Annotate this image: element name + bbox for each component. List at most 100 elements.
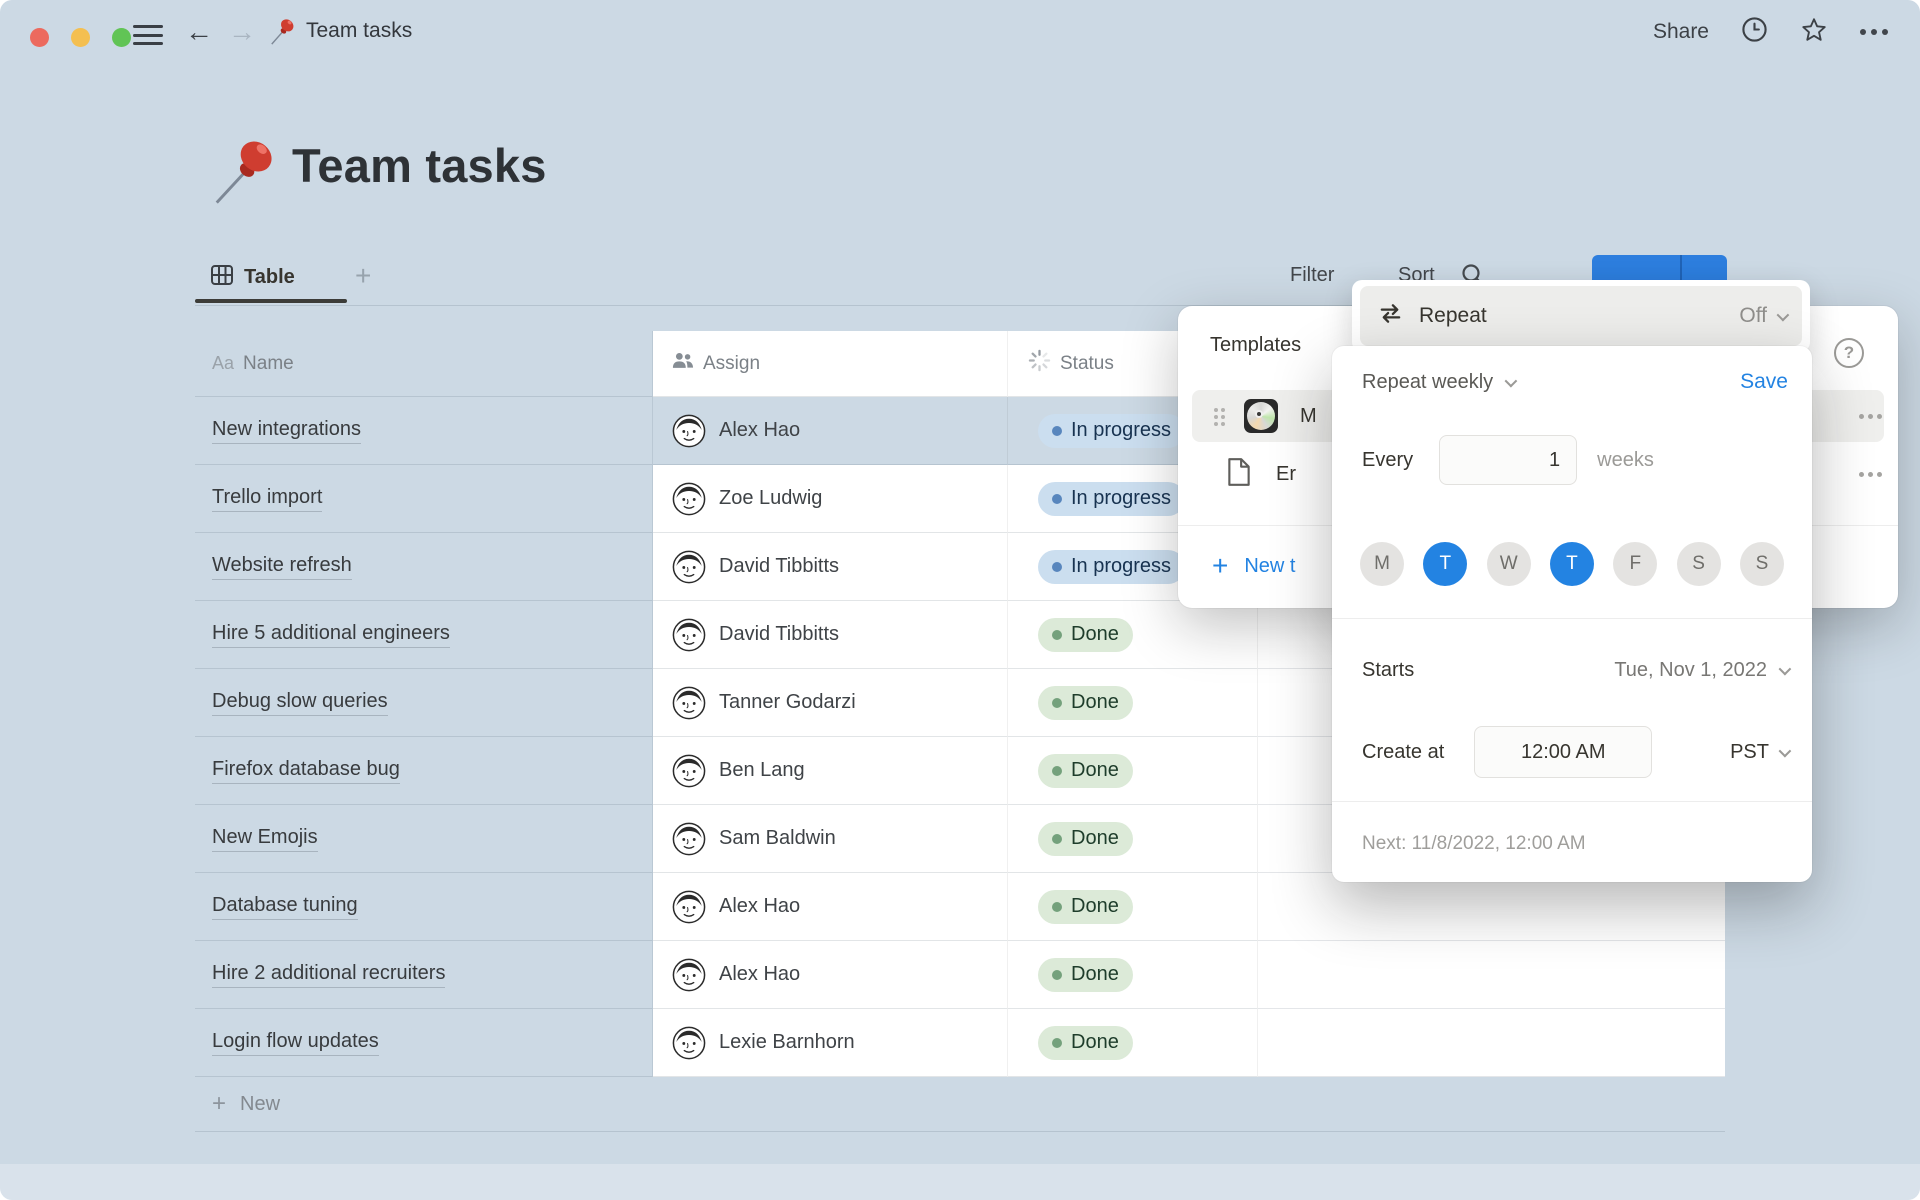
- status-badge[interactable]: Done: [1038, 754, 1133, 788]
- template-more-icon[interactable]: [1859, 472, 1864, 477]
- task-name[interactable]: Website refresh: [212, 554, 352, 580]
- repeat-property-value[interactable]: Off: [1739, 304, 1786, 328]
- every-label: Every: [1362, 449, 1413, 472]
- assignee-cell[interactable]: Ben Lang: [653, 737, 1008, 805]
- weekday-toggle[interactable]: T: [1423, 542, 1467, 586]
- breadcrumb[interactable]: Team tasks: [306, 19, 412, 43]
- status-cell[interactable]: Done: [1008, 805, 1258, 873]
- timezone-select[interactable]: PST: [1730, 741, 1788, 764]
- status-badge[interactable]: In progress: [1038, 414, 1185, 448]
- assignee-cell[interactable]: Zoe Ludwig: [653, 465, 1008, 533]
- interval-input[interactable]: 1: [1439, 435, 1577, 485]
- status-cell[interactable]: Done: [1008, 1009, 1258, 1077]
- assignee-cell[interactable]: Alex Hao: [653, 397, 1008, 465]
- sidebar-menu-icon[interactable]: [133, 25, 163, 47]
- avatar: [672, 414, 706, 448]
- repeat-property-row[interactable]: Repeat Off: [1360, 286, 1802, 346]
- template-more-icon[interactable]: [1859, 414, 1864, 419]
- next-occurrence-label: Next: 11/8/2022, 12:00 AM: [1362, 824, 1586, 864]
- status-badge[interactable]: Done: [1038, 618, 1133, 652]
- weekday-toggle[interactable]: W: [1487, 542, 1531, 586]
- assignee-cell[interactable]: Alex Hao: [653, 941, 1008, 1009]
- task-name[interactable]: Hire 2 additional recruiters: [212, 962, 445, 988]
- status-cell[interactable]: Done: [1008, 873, 1258, 941]
- task-name[interactable]: Login flow updates: [212, 1030, 379, 1056]
- back-arrow-icon[interactable]: ←: [185, 18, 213, 46]
- assignee-name: Lexie Barnhorn: [719, 1031, 855, 1054]
- task-name-cell[interactable]: Login flow updates: [195, 1009, 653, 1077]
- save-button[interactable]: Save: [1740, 370, 1788, 394]
- status-cell[interactable]: Done: [1008, 737, 1258, 805]
- create-at-label: Create at: [1362, 741, 1444, 764]
- drag-handle-icon[interactable]: [1214, 408, 1218, 412]
- weekday-toggle[interactable]: S: [1740, 542, 1784, 586]
- task-name-cell[interactable]: Trello import: [195, 465, 653, 533]
- task-name-cell[interactable]: Debug slow queries: [195, 669, 653, 737]
- status-badge[interactable]: Done: [1038, 890, 1133, 924]
- page-icon: [1226, 457, 1252, 492]
- pushpin-icon: [268, 16, 298, 46]
- plus-icon: +: [212, 1090, 226, 1118]
- status-dot-icon: [1052, 562, 1062, 572]
- status-badge[interactable]: Done: [1038, 822, 1133, 856]
- status-badge[interactable]: Done: [1038, 1026, 1133, 1060]
- task-name-cell[interactable]: Hire 2 additional recruiters: [195, 941, 653, 1009]
- task-name-cell[interactable]: Website refresh: [195, 533, 653, 601]
- favorite-star-icon[interactable]: [1800, 16, 1828, 49]
- status-badge[interactable]: Done: [1038, 686, 1133, 720]
- task-name-cell[interactable]: New integrations: [195, 397, 653, 465]
- weekday-toggle[interactable]: T: [1550, 542, 1594, 586]
- more-options-icon[interactable]: [1860, 29, 1866, 35]
- task-name[interactable]: Hire 5 additional engineers: [212, 622, 450, 648]
- templates-popup-title: Templates: [1210, 334, 1301, 357]
- task-name-cell[interactable]: Database tuning: [195, 873, 653, 941]
- close-window-button[interactable]: [30, 28, 49, 47]
- share-button[interactable]: Share: [1653, 20, 1709, 44]
- task-name[interactable]: Trello import: [212, 486, 322, 512]
- status-spinner-icon: [1028, 349, 1051, 378]
- weekday-toggle[interactable]: S: [1677, 542, 1721, 586]
- help-icon[interactable]: ?: [1834, 338, 1864, 368]
- status-cell[interactable]: Done: [1008, 601, 1258, 669]
- chevron-down-icon: [1505, 374, 1518, 387]
- weekday-picker: M T W T F S S: [1360, 542, 1784, 592]
- repeat-property-label: Repeat: [1419, 304, 1487, 328]
- task-name-cell[interactable]: Firefox database bug: [195, 737, 653, 805]
- zoom-window-button[interactable]: [112, 28, 131, 47]
- task-name[interactable]: New Emojis: [212, 826, 318, 852]
- assignee-cell[interactable]: Lexie Barnhorn: [653, 1009, 1008, 1077]
- minimize-window-button[interactable]: [71, 28, 90, 47]
- task-name[interactable]: Firefox database bug: [212, 758, 400, 784]
- assignee-cell[interactable]: Sam Baldwin: [653, 805, 1008, 873]
- status-cell[interactable]: Done: [1008, 669, 1258, 737]
- assignee-cell[interactable]: David Tibbitts: [653, 533, 1008, 601]
- assignee-cell[interactable]: David Tibbitts: [653, 601, 1008, 669]
- assignee-cell[interactable]: Alex Hao: [653, 873, 1008, 941]
- tab-table-view[interactable]: Table: [210, 264, 295, 291]
- time-input[interactable]: 12:00 AM: [1474, 726, 1652, 778]
- frequency-select[interactable]: Repeat weekly: [1362, 371, 1514, 394]
- new-row[interactable]: + New: [195, 1077, 1725, 1132]
- status-badge[interactable]: In progress: [1038, 550, 1185, 584]
- status-badge[interactable]: Done: [1038, 958, 1133, 992]
- assignee-cell[interactable]: Tanner Godarzi: [653, 669, 1008, 737]
- task-name[interactable]: Debug slow queries: [212, 690, 388, 716]
- add-view-icon[interactable]: +: [355, 260, 371, 292]
- task-name[interactable]: New integrations: [212, 418, 361, 444]
- filter-button[interactable]: Filter: [1290, 264, 1334, 287]
- assignee-name: David Tibbitts: [719, 623, 839, 646]
- page-icon-pushpin[interactable]: [210, 132, 282, 208]
- weekday-toggle[interactable]: F: [1613, 542, 1657, 586]
- updates-clock-icon[interactable]: [1741, 16, 1768, 48]
- page-title[interactable]: Team tasks: [292, 138, 547, 193]
- task-name[interactable]: Database tuning: [212, 894, 358, 920]
- column-header-name[interactable]: Aa Name: [195, 331, 653, 397]
- status-cell[interactable]: Done: [1008, 941, 1258, 1009]
- weekday-toggle[interactable]: M: [1360, 542, 1404, 586]
- task-name-cell[interactable]: New Emojis: [195, 805, 653, 873]
- start-date-select[interactable]: Tue, Nov 1, 2022: [1614, 659, 1788, 682]
- status-badge[interactable]: In progress: [1038, 482, 1185, 516]
- task-name-cell[interactable]: Hire 5 additional engineers: [195, 601, 653, 669]
- column-header-assign[interactable]: Assign: [653, 331, 1008, 397]
- avatar: [672, 618, 706, 652]
